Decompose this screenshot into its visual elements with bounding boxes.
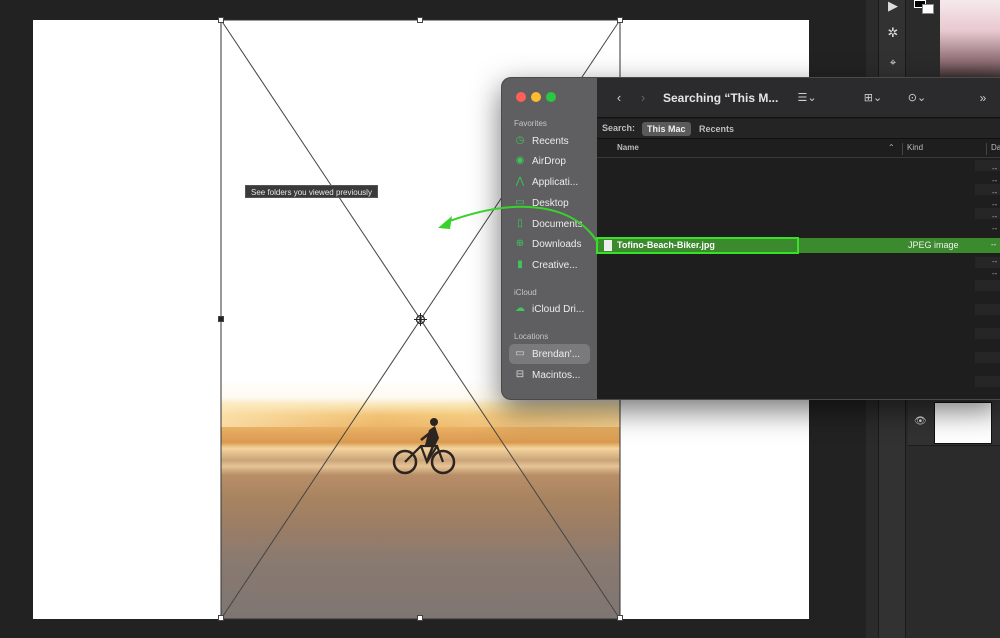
row-stripe	[975, 376, 1000, 387]
row-stripe	[975, 352, 1000, 363]
back-icon[interactable]: ‹	[611, 89, 627, 107]
transform-handle-top-right[interactable]	[617, 17, 623, 23]
sidebar-item-label: Downloads	[532, 238, 582, 250]
background-color-swatch[interactable]	[922, 4, 934, 14]
locations-section-header: Locations	[514, 332, 549, 341]
search-scope-label: Search:	[602, 123, 636, 133]
sort-chevron-icon[interactable]: ⌃	[888, 143, 895, 152]
file-icon: ▮	[517, 259, 523, 270]
date-cell: --	[992, 212, 998, 221]
column-name-header[interactable]: Name	[617, 143, 639, 152]
forward-icon[interactable]: ›	[635, 89, 651, 107]
sidebar-item-icloud-drive[interactable]: ☁ iCloud Dri...	[509, 299, 590, 319]
scope-recents-button[interactable]: Recents	[694, 122, 739, 136]
cyclist-silhouette	[392, 418, 456, 475]
transform-handle-bottom-center[interactable]	[417, 615, 423, 621]
sidebar-item-label: Applicati...	[532, 176, 579, 188]
zoom-window-button[interactable]	[546, 92, 556, 102]
transform-handle-top-left[interactable]	[218, 17, 224, 23]
sidebar-item-label: AirDrop	[532, 155, 566, 167]
finder-sidebar: Favorites ◷ Recents ◉ AirDrop ⋀ Applicat…	[502, 78, 597, 399]
transform-handle-bottom-right[interactable]	[617, 615, 623, 621]
file-kind: JPEG image	[908, 240, 959, 250]
sidebar-item-brendan[interactable]: ▭ Brendan'...	[509, 344, 590, 364]
window-title: Searching “This M...	[663, 91, 779, 105]
toolbar-overflow-icon[interactable]: »	[975, 89, 991, 107]
transform-handle-top-center[interactable]	[417, 17, 423, 23]
sidebar-item-label: Desktop	[532, 197, 569, 209]
sidebar-item-label: Macintos...	[532, 369, 581, 381]
brush-settings-icon[interactable]: ⌖	[883, 53, 903, 73]
laptop-icon: ▭	[515, 348, 525, 359]
sidebar-item-downloads[interactable]: ⊕ Downloads	[509, 234, 590, 254]
row-stripe	[975, 280, 1000, 291]
sidebar-item-label: Creative...	[532, 259, 578, 271]
finder-window: Favorites ◷ Recents ◉ AirDrop ⋀ Applicat…	[501, 77, 1000, 400]
search-scope-bar: Search: This Mac Recents	[597, 119, 1000, 139]
action-menu-icon[interactable]: ⊙⌄	[903, 89, 931, 107]
cloud-icon: ☁	[515, 303, 525, 314]
column-header: Name ⌃ Kind Da	[597, 140, 1000, 158]
play-icon[interactable]: ▶	[883, 0, 903, 16]
document-icon: ▯	[517, 218, 523, 229]
icloud-section-header: iCloud	[514, 288, 537, 297]
color-picker-field[interactable]	[940, 0, 1000, 78]
column-date-header[interactable]: Da	[991, 143, 1000, 152]
column-divider	[902, 143, 903, 155]
row-stripe	[975, 328, 1000, 339]
eye-icon[interactable]: 👁	[914, 416, 927, 428]
date-cell: --	[992, 269, 998, 278]
date-cell: --	[991, 240, 997, 249]
sidebar-item-desktop[interactable]: ▭ Desktop	[509, 193, 590, 213]
sidebar-item-label: Documents	[532, 218, 583, 230]
search-results-list: -- -- -- -- -- -- -- --	[597, 159, 1000, 399]
sidebar-item-label: Recents	[532, 135, 569, 147]
favorites-section-header: Favorites	[514, 119, 547, 128]
sidebar-item-creative[interactable]: ▮ Creative...	[509, 255, 590, 275]
layer-thumbnail	[934, 402, 992, 444]
date-cell: --	[992, 176, 998, 185]
sidebar-item-macintosh-hd[interactable]: ⊟ Macintos...	[509, 365, 590, 385]
date-cell: --	[992, 224, 998, 233]
sidebar-item-label: iCloud Dri...	[532, 303, 585, 315]
column-divider	[986, 143, 987, 155]
airdrop-icon: ◉	[515, 155, 525, 166]
date-cell: --	[992, 164, 998, 173]
scope-this-mac-button[interactable]: This Mac	[642, 122, 691, 136]
transform-handle-bottom-left[interactable]	[218, 615, 224, 621]
date-cell: --	[992, 257, 998, 266]
file-highlight-box	[596, 237, 799, 254]
row-stripe	[975, 304, 1000, 315]
tooltip: See folders you viewed previously	[245, 185, 378, 198]
sidebar-item-documents[interactable]: ▯ Documents	[509, 214, 590, 234]
downloads-icon: ⊕	[515, 238, 525, 249]
group-by-icon[interactable]: ⊞⌄	[859, 89, 887, 107]
list-view-icon[interactable]: ☰⌄	[793, 89, 821, 107]
sidebar-item-applications[interactable]: ⋀ Applicati...	[509, 172, 590, 192]
column-kind-header[interactable]: Kind	[907, 143, 923, 152]
applications-icon: ⋀	[515, 176, 525, 187]
adjustments-icon[interactable]: ✲	[883, 23, 903, 43]
sidebar-item-airdrop[interactable]: ◉ AirDrop	[509, 151, 590, 171]
sidebar-item-recents[interactable]: ◷ Recents	[509, 131, 590, 151]
desktop-icon: ▭	[515, 197, 525, 208]
date-cell: --	[992, 188, 998, 197]
table-row[interactable]: Tofino-Beach-Biker.jpg JPEG image --	[596, 237, 1000, 254]
transform-handle-middle-left[interactable]	[218, 316, 224, 322]
minimize-window-button[interactable]	[531, 92, 541, 102]
disk-icon: ⊟	[515, 369, 525, 380]
finder-toolbar: ‹ › Searching “This M... ☰⌄ ⊞⌄ ⊙⌄ »	[597, 78, 1000, 118]
sidebar-item-label: Brendan'...	[532, 348, 581, 360]
date-cell: --	[992, 200, 998, 209]
close-window-button[interactable]	[516, 92, 526, 102]
clock-icon: ◷	[515, 135, 525, 146]
